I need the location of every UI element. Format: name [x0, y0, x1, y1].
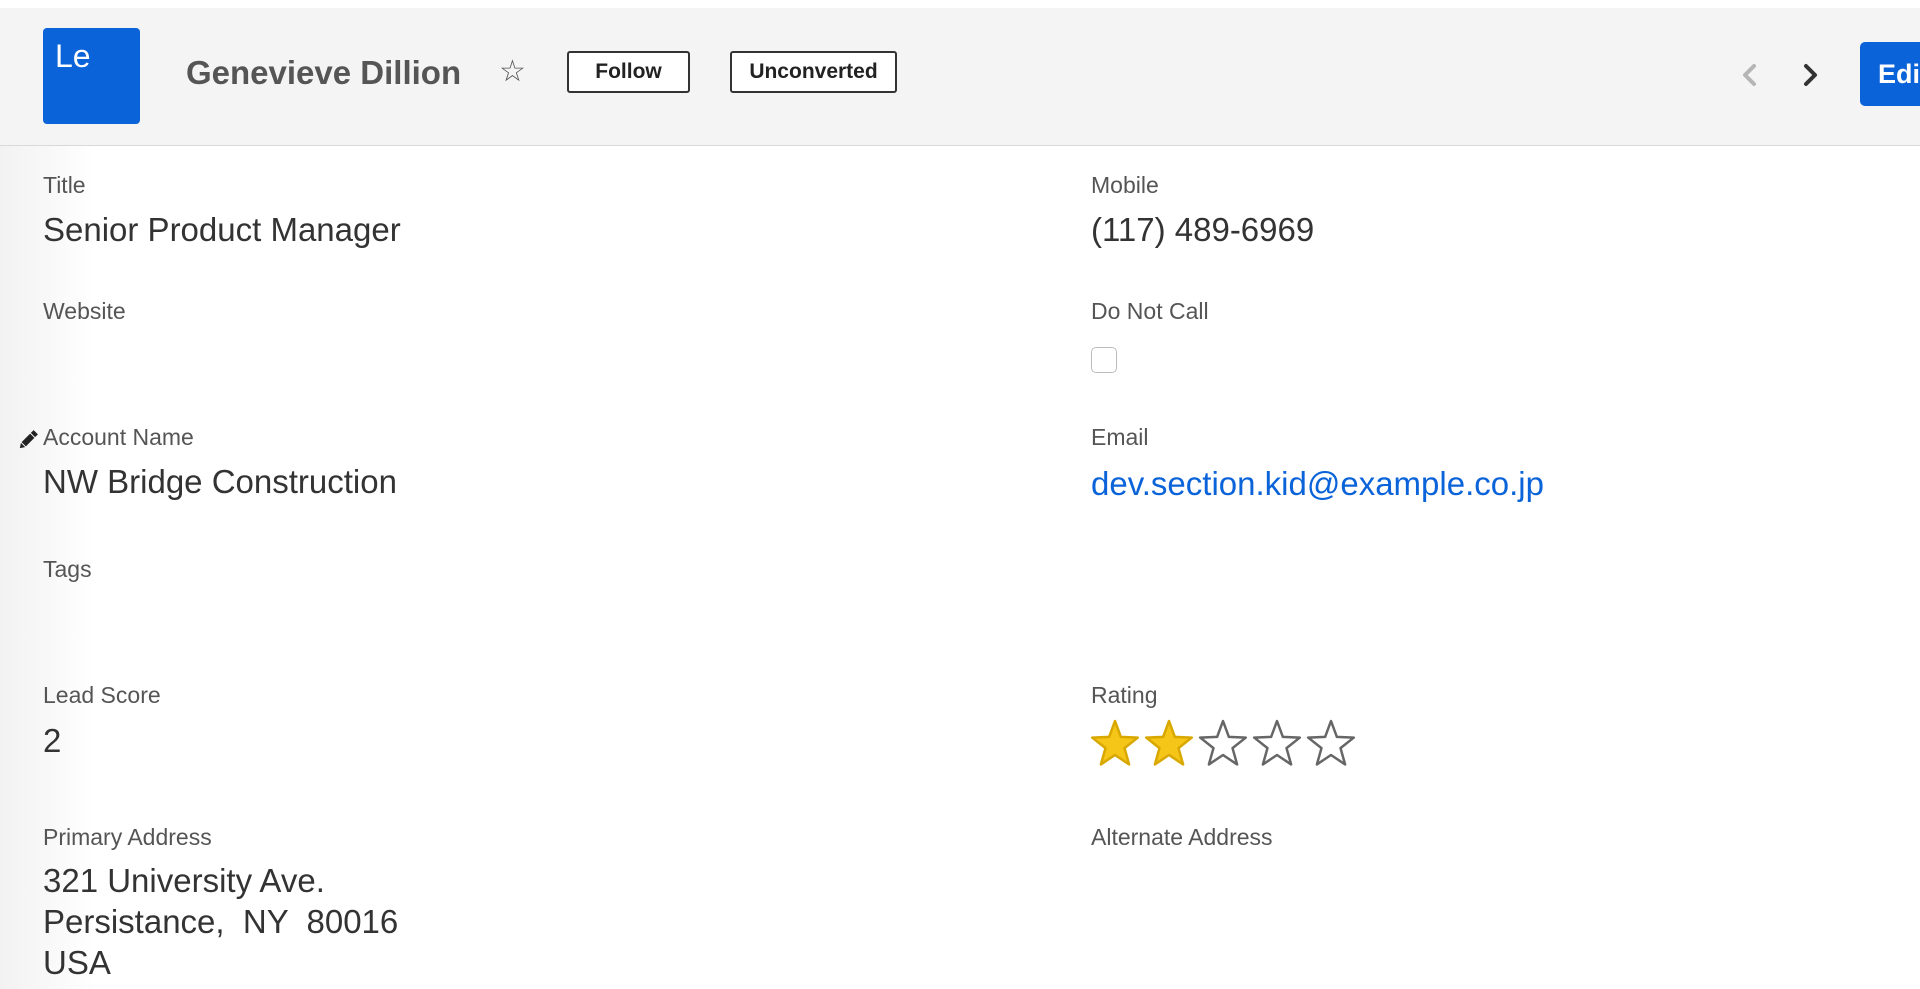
title-value: Senior Product Manager	[43, 211, 401, 248]
record-name: Genevieve Dillion	[186, 54, 462, 91]
star-filled-icon[interactable]	[1089, 718, 1141, 770]
email-label: Email	[1091, 424, 1149, 450]
module-badge: Le	[43, 28, 140, 124]
address-line-1: 321 University Ave.	[43, 862, 325, 899]
account-name-value[interactable]: NW Bridge Construction	[43, 463, 397, 501]
address-line-3: USA	[43, 944, 111, 981]
record-header: Le Genevieve Dillion ☆ Follow Unconverte…	[0, 8, 1920, 146]
mobile-label: Mobile	[1091, 172, 1159, 198]
top-strip	[0, 0, 1920, 8]
address-line-2: Persistance, NY 80016	[43, 903, 399, 940]
star-empty-icon[interactable]	[1251, 718, 1303, 770]
star-filled-icon[interactable]	[1143, 718, 1195, 770]
rating-label: Rating	[1091, 682, 1158, 708]
email-link[interactable]: dev.section.kid@example.co.jp	[1091, 465, 1544, 502]
do-not-call-checkbox[interactable]	[1091, 347, 1117, 373]
rating-stars[interactable]	[1089, 718, 1357, 770]
mobile-value: (117) 489-6969	[1091, 211, 1315, 248]
status-unconverted-button[interactable]: Unconverted	[730, 51, 897, 93]
lead-score-value: 2	[43, 722, 62, 759]
tags-label: Tags	[43, 556, 92, 582]
primary-address-label: Primary Address	[43, 824, 212, 850]
star-empty-icon[interactable]	[1305, 718, 1357, 770]
chevron-left-icon[interactable]	[1737, 62, 1763, 88]
do-not-call-label: Do Not Call	[1091, 298, 1209, 324]
primary-address-value: 321 University Ave. Persistance, NY 8001…	[43, 860, 398, 983]
chevron-right-icon[interactable]	[1797, 62, 1823, 88]
title-label: Title	[43, 172, 86, 198]
lead-score-label: Lead Score	[43, 682, 161, 708]
email-value: dev.section.kid@example.co.jp	[1091, 465, 1544, 503]
edit-button[interactable]: Edit	[1860, 42, 1920, 106]
alternate-address-label: Alternate Address	[1091, 824, 1273, 850]
star-empty-icon[interactable]	[1197, 718, 1249, 770]
account-name-label: Account Name	[43, 424, 194, 450]
star-outline-icon[interactable]: ☆	[499, 57, 526, 87]
module-abbr: Le	[55, 38, 91, 74]
website-label: Website	[43, 298, 126, 324]
pencil-icon[interactable]	[16, 428, 40, 452]
follow-button[interactable]: Follow	[567, 51, 690, 93]
